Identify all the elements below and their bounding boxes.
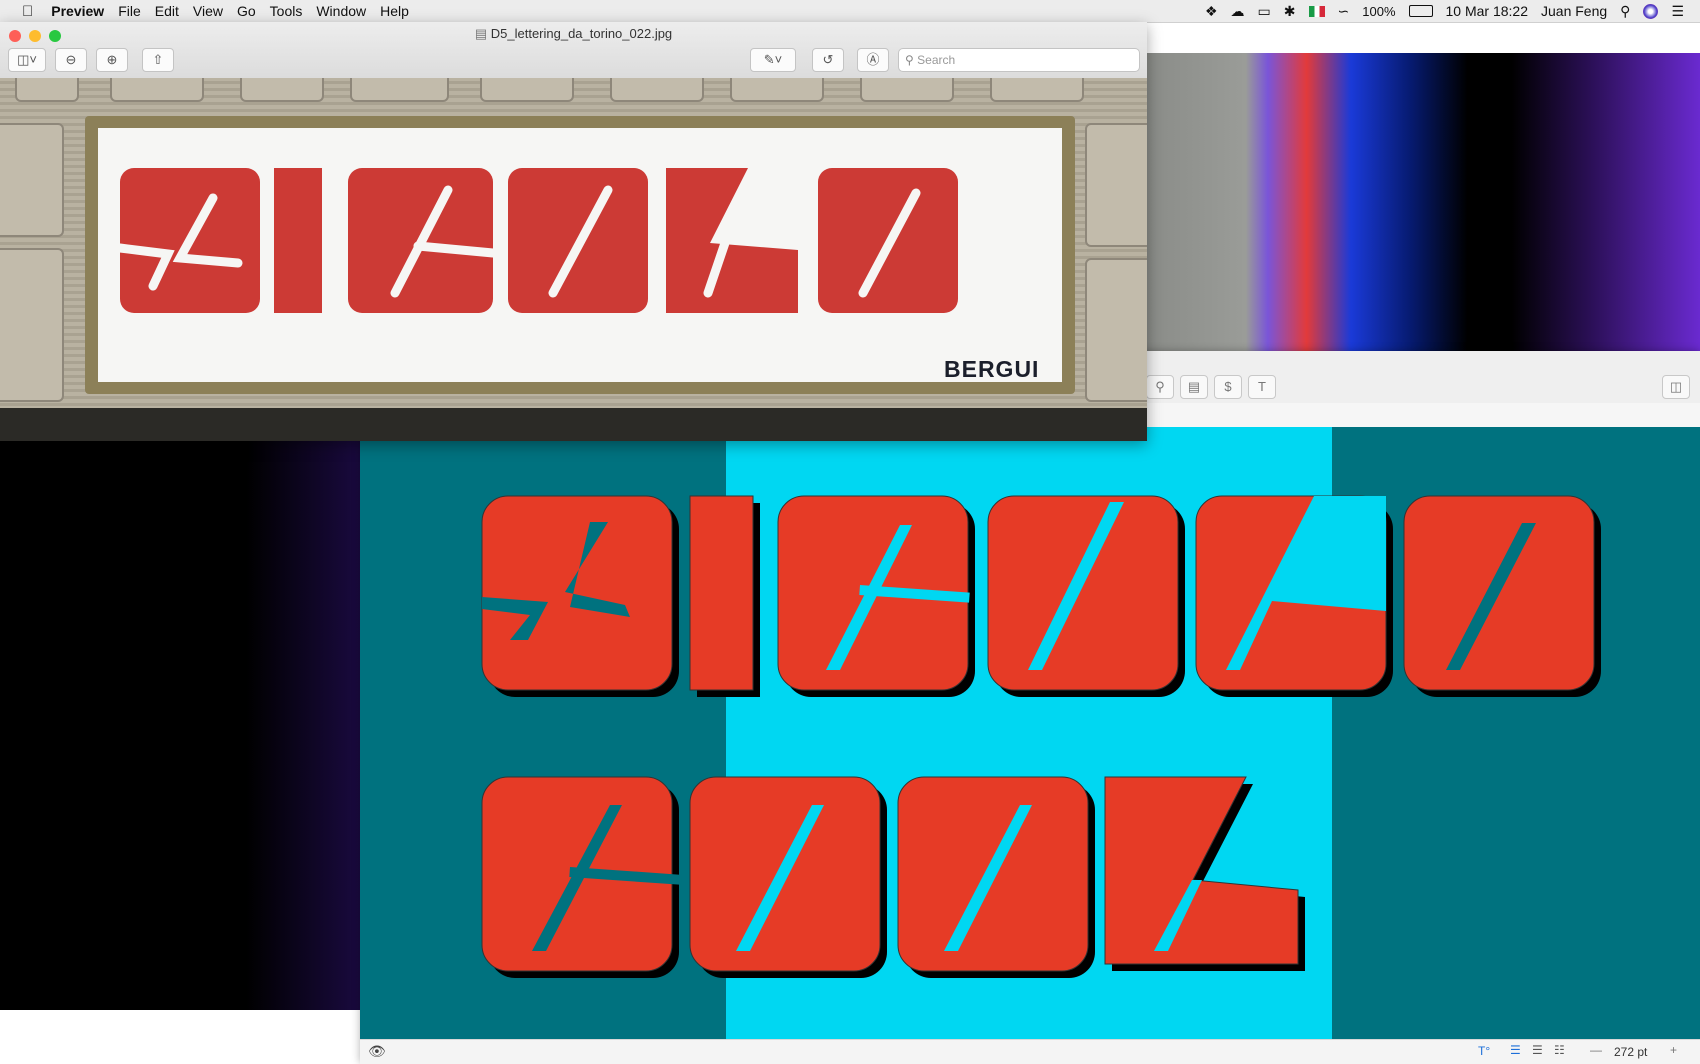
sign-lettering (115, 168, 958, 313)
menu-go[interactable]: Go (237, 3, 256, 19)
user-name[interactable]: Juan Feng (1541, 3, 1607, 19)
wifi-icon[interactable]: ∽ (1338, 3, 1350, 20)
apple-menu-icon[interactable]:  (22, 3, 33, 20)
sidebar-toggle-button[interactable]: ◫˅ (8, 48, 46, 72)
text-tool-icon[interactable]: T (1248, 375, 1276, 399)
flag-italy-icon[interactable] (1308, 5, 1325, 17)
sign-face (98, 128, 1062, 382)
glyph-o[interactable] (1403, 495, 1602, 698)
share-icon[interactable]: ⇧ (142, 48, 174, 72)
search-placeholder: Search (917, 53, 956, 67)
preview-titlebar: ▤ D5_lettering_da_torino_022.jpg ◫˅ ⊖ ⊕ … (0, 22, 1147, 79)
doorway-shadow (0, 408, 1147, 441)
menu-file[interactable]: File (118, 3, 141, 19)
rotate-icon[interactable]: ↺ (812, 48, 844, 72)
document-icon: ▤ (474, 26, 488, 41)
zoom-in-button[interactable]: + (1670, 1043, 1677, 1057)
menu-view[interactable]: View (193, 3, 223, 19)
menu-app-name[interactable]: Preview (51, 3, 104, 19)
photo-content: BERGUI (0, 78, 1147, 441)
font-editor-window: ⚲ ▤ $ T ◫ SICULOCOOL (360, 351, 1700, 1064)
battery-percent: 100% (1362, 3, 1396, 19)
airplay-icon[interactable]: ▭ (1258, 3, 1271, 20)
status-area: ❖ ☁ ▭ ✱ ∽ 100% 10 Mar 18:22 Juan Feng ⚲ … (1205, 0, 1700, 22)
markup-pen-icon[interactable]: ✎˅ (750, 48, 796, 72)
text-options-icon[interactable]: T° (1478, 1044, 1490, 1058)
glyph-s[interactable] (481, 495, 680, 698)
font-size-readout[interactable]: 272 pt (1614, 1045, 1647, 1059)
glyph-preview (481, 495, 1602, 979)
markup-toolbar-icon[interactable]: Ⓐ (857, 48, 889, 72)
glyph-c2[interactable] (481, 776, 682, 979)
edit-canvas[interactable] (360, 427, 1700, 1039)
cloud-icon[interactable]: ☁ (1231, 3, 1245, 20)
menu-tools[interactable]: Tools (270, 3, 303, 19)
search-icon: ⚲ (905, 53, 914, 67)
glyph-i[interactable] (689, 495, 760, 697)
preview-eye-icon[interactable]: 👁 (368, 1043, 386, 1060)
notification-center-icon[interactable]: ☰ (1671, 3, 1684, 20)
glyph-l[interactable] (1195, 495, 1394, 698)
battery-icon[interactable] (1408, 5, 1433, 17)
window-title: ▤ D5_lettering_da_torino_022.jpg (0, 26, 1147, 42)
clock[interactable]: 10 Mar 18:22 (1446, 3, 1529, 19)
zoom-tool-icon[interactable]: ⚲ (1146, 375, 1174, 399)
bluetooth-icon[interactable]: ✱ (1284, 3, 1296, 20)
menu-help[interactable]: Help (380, 3, 409, 19)
align-right-icon[interactable]: ☰ (1532, 1043, 1543, 1057)
filename: D5_lettering_da_torino_022.jpg (490, 26, 673, 41)
spotlight-search-icon[interactable]: ⚲ (1620, 3, 1630, 20)
glyph-o3[interactable] (897, 776, 1096, 979)
menu-window[interactable]: Window (316, 3, 366, 19)
gradient-window (1146, 53, 1700, 351)
measure-tool-icon[interactable]: ▤ (1180, 375, 1208, 399)
background-gradient-panel (0, 437, 362, 1010)
zoom-out-icon[interactable]: ⊖ (55, 48, 87, 72)
preview-window: ▤ D5_lettering_da_torino_022.jpg ◫˅ ⊖ ⊕ … (0, 22, 1147, 441)
align-left-icon[interactable]: ☰ (1510, 1043, 1521, 1057)
glyph-u[interactable] (987, 495, 1186, 698)
vertical-text-icon[interactable]: ☷ (1554, 1043, 1565, 1057)
zoom-in-icon[interactable]: ⊕ (96, 48, 128, 72)
sign-brand-label: BERGUI (944, 356, 1040, 382)
glyph-o2[interactable] (689, 776, 888, 979)
menu-bar:  Preview File Edit View Go Tools Window… (0, 0, 1700, 23)
editor-status-bar: 👁 T° ☰ ☰ ☷ — 272 pt + (360, 1039, 1700, 1064)
glyph-c[interactable] (777, 495, 976, 698)
glyph-l2[interactable] (1104, 776, 1305, 971)
zoom-out-button[interactable]: — (1590, 1043, 1602, 1057)
search-field[interactable]: ⚲ Search (898, 48, 1140, 72)
menu-edit[interactable]: Edit (155, 3, 179, 19)
siri-icon[interactable] (1643, 3, 1659, 19)
sidebar-toggle-icon[interactable]: ◫ (1662, 375, 1690, 399)
annotation-tool-icon[interactable]: $ (1214, 375, 1242, 399)
dropbox-icon[interactable]: ❖ (1205, 3, 1218, 20)
